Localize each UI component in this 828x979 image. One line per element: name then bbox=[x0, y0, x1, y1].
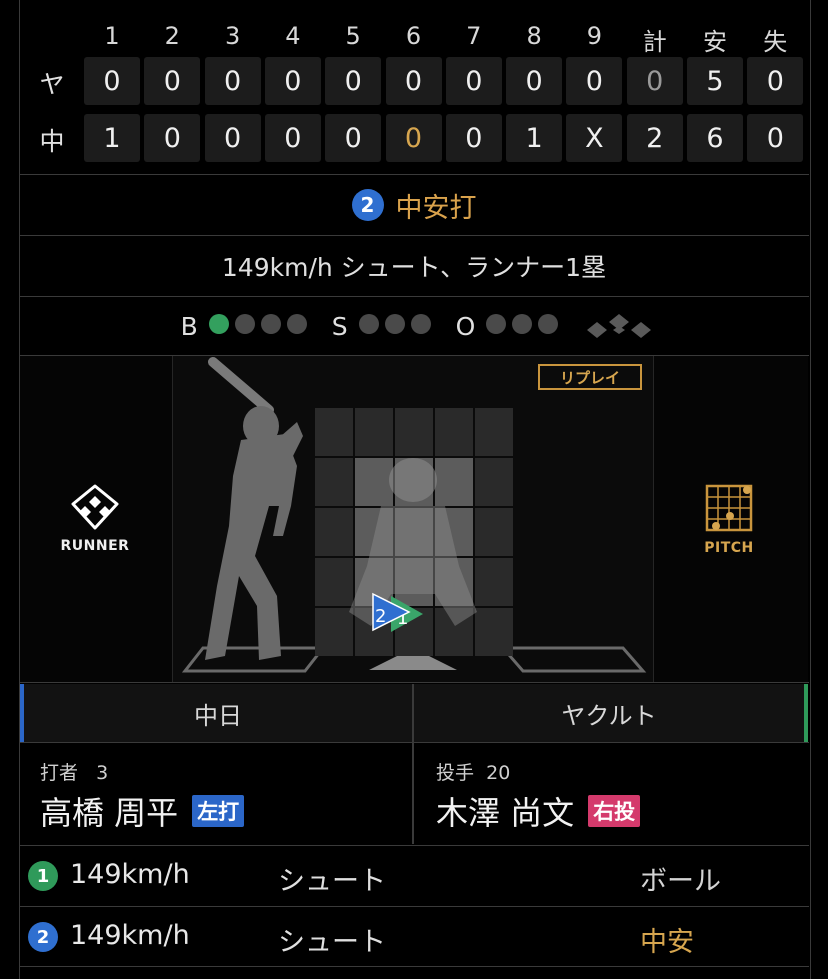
inning-score-cell: 0 bbox=[445, 57, 502, 105]
total-header: 失 bbox=[763, 28, 788, 56]
pitcher-role: 投手 20 bbox=[436, 762, 511, 784]
team-abbrev: ヤ bbox=[39, 70, 65, 99]
pitcher-name: 木澤 尚文 右投 bbox=[436, 788, 641, 834]
baseball-diamond-icon bbox=[71, 484, 119, 530]
total-cell: 0 bbox=[747, 114, 804, 162]
ball-label: B bbox=[180, 311, 198, 341]
batter-info[interactable]: 打者 3 高橋 周平 左打 bbox=[20, 744, 412, 844]
pitch-row-2[interactable]: 2 149km/h シュート 中安 bbox=[20, 908, 808, 966]
replay-button[interactable]: リプレイ bbox=[538, 364, 642, 390]
divider bbox=[19, 682, 809, 683]
pitcher-hand-badge: 右投 bbox=[588, 795, 641, 827]
pitch-button[interactable]: PITCH bbox=[694, 482, 764, 556]
count-dot bbox=[260, 314, 281, 334]
count-dot bbox=[410, 314, 431, 334]
inning-header: 7 bbox=[466, 22, 482, 50]
pitch-view: RUNNER 1 2 リプレイ PITCH bbox=[20, 356, 808, 682]
inning-score-cell: 0 bbox=[506, 57, 563, 105]
play-summary: 2 中安打 bbox=[20, 176, 808, 234]
ball-count: B S O bbox=[20, 298, 808, 354]
strike-zone-grid-icon bbox=[705, 484, 753, 532]
team-abbrev: 中 bbox=[39, 127, 65, 156]
total-cell: 2 bbox=[626, 114, 683, 162]
inning-score-cell: 0 bbox=[325, 57, 382, 105]
inning-header: 8 bbox=[526, 22, 542, 50]
inning-header: 5 bbox=[345, 22, 361, 50]
inning-header: 9 bbox=[586, 22, 603, 50]
divider bbox=[19, 174, 809, 175]
count-dot bbox=[512, 314, 533, 334]
total-cell: 6 bbox=[687, 114, 743, 162]
pitch-result: ボール bbox=[640, 866, 721, 897]
inning-score-cell: 0 bbox=[445, 114, 502, 162]
pitch-markers: 1 2 bbox=[372, 592, 423, 632]
count-dot bbox=[538, 314, 559, 334]
tab-away-team[interactable]: ヤクルト bbox=[414, 684, 808, 742]
inning-header: 6 bbox=[405, 22, 422, 50]
total-cell: 5 bbox=[687, 57, 743, 105]
count-dot bbox=[234, 314, 255, 334]
inning-score-cell: 0 bbox=[144, 57, 201, 105]
batter-name: 高橋 周平 左打 bbox=[40, 788, 245, 834]
inning-score-cell: 0 bbox=[84, 57, 140, 105]
total-header: 安 bbox=[703, 28, 727, 56]
inning-header: 4 bbox=[285, 22, 301, 50]
pitch-speed: 149km/h bbox=[70, 859, 190, 890]
count-dot bbox=[286, 314, 307, 334]
pitch-marker-2: 2 bbox=[375, 606, 386, 627]
total-cell: 0 bbox=[626, 57, 683, 105]
pitcher-info[interactable]: 投手 20 木澤 尚文 右投 bbox=[414, 744, 808, 844]
inning-score-cell: 0 bbox=[385, 114, 442, 162]
ball-dots bbox=[206, 314, 310, 338]
inning-score-cell: X bbox=[566, 114, 623, 162]
inning-score-cell: 0 bbox=[264, 57, 321, 105]
total-header: 計 bbox=[642, 28, 667, 56]
inning-score-cell: 0 bbox=[325, 114, 382, 162]
inning-score-cell: 0 bbox=[385, 57, 442, 105]
inning-score-cell: 0 bbox=[204, 57, 261, 105]
pitch-result: 中安 bbox=[640, 927, 694, 958]
play-number-badge: 2 bbox=[351, 189, 384, 221]
pitch-number-badge: 1 bbox=[28, 861, 58, 891]
inning-score-cell: 1 bbox=[506, 114, 563, 162]
inning-score-cell: 0 bbox=[264, 114, 321, 162]
divider bbox=[19, 906, 809, 907]
divider bbox=[19, 235, 809, 236]
divider bbox=[19, 966, 809, 967]
out-dots bbox=[483, 314, 561, 338]
divider bbox=[19, 742, 809, 743]
pitch-label: PITCH bbox=[704, 540, 754, 556]
out-label: O bbox=[455, 311, 476, 341]
play-description: 149km/h シュート、ランナー1塁 bbox=[221, 253, 607, 282]
inning-header: 1 bbox=[104, 22, 120, 50]
inning-score-cell: 0 bbox=[204, 114, 261, 162]
count-dot bbox=[486, 314, 507, 334]
strike-label: S bbox=[331, 311, 348, 341]
bases-icon bbox=[587, 314, 652, 338]
count-dot bbox=[358, 314, 379, 334]
inning-score-cell: 1 bbox=[84, 114, 140, 162]
inning-header: 2 bbox=[164, 22, 180, 50]
divider bbox=[19, 296, 809, 297]
runner-button[interactable]: RUNNER bbox=[60, 482, 130, 554]
inning-score-cell: 0 bbox=[144, 114, 201, 162]
total-cell: 0 bbox=[747, 57, 804, 105]
pitch-row-1[interactable]: 1 149km/h シュート ボール bbox=[20, 847, 808, 905]
strike-dots bbox=[356, 314, 434, 338]
count-dot bbox=[384, 314, 405, 334]
batter-hand-badge: 左打 bbox=[192, 795, 245, 827]
count-dot bbox=[208, 314, 229, 334]
pitch-type: シュート bbox=[278, 927, 386, 958]
batter-role: 打者 3 bbox=[40, 762, 109, 784]
play-result: 中安打 bbox=[395, 192, 477, 224]
pitch-type: シュート bbox=[278, 866, 386, 897]
strike-zone-panel: 1 2 bbox=[172, 356, 654, 682]
inning-score-cell: 0 bbox=[566, 57, 623, 105]
runner-label: RUNNER bbox=[60, 538, 130, 554]
divider bbox=[19, 845, 809, 846]
tab-home-team[interactable]: 中日 bbox=[20, 684, 412, 742]
inning-header: 3 bbox=[224, 22, 241, 50]
pitch-speed: 149km/h bbox=[70, 920, 190, 951]
pitch-number-badge: 2 bbox=[28, 922, 58, 952]
